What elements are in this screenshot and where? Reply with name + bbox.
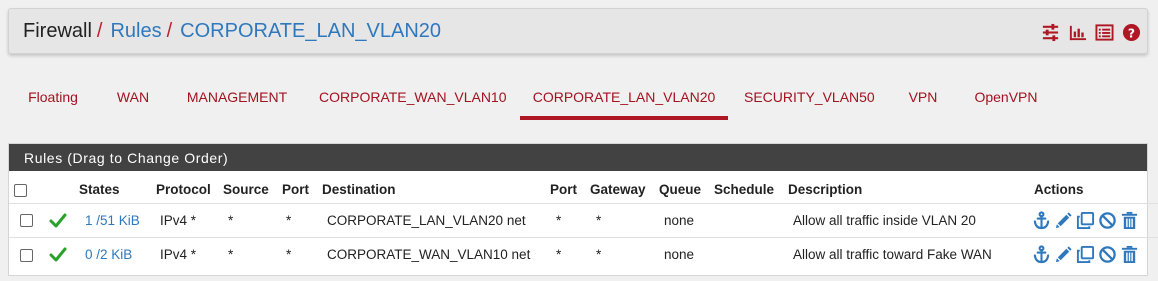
- col-protocol: Protocol: [156, 182, 211, 198]
- anchor-icon[interactable]: [1032, 245, 1051, 264]
- table-header-row: States Protocol Source Port Destination …: [9, 177, 1158, 203]
- breadcrumb-separator: /: [166, 20, 173, 42]
- svg-text:?: ?: [1128, 26, 1135, 40]
- col-gateway: Gateway: [590, 182, 646, 198]
- list-icon[interactable]: [1095, 23, 1114, 42]
- pencil-icon[interactable]: [1054, 245, 1073, 264]
- col-description: Description: [788, 182, 863, 198]
- pass-check-icon: [49, 247, 67, 262]
- col-queue: Queue: [659, 182, 702, 198]
- states-link[interactable]: 1 /51 KiB: [85, 213, 140, 228]
- copy-icon[interactable]: [1076, 211, 1095, 230]
- pencil-icon[interactable]: [1054, 211, 1073, 230]
- row-select-checkbox[interactable]: [20, 248, 33, 262]
- row-gateway: *: [590, 236, 659, 271]
- row-protocol: IPv4 *: [156, 202, 223, 237]
- row-description: Allow all traffic toward Fake WAN: [788, 236, 1026, 271]
- row-gateway: *: [590, 202, 659, 237]
- row-protocol: IPv4 *: [156, 236, 223, 271]
- row-actions: [1032, 245, 1158, 264]
- anchor-icon[interactable]: [1032, 210, 1051, 230]
- breadcrumb-firewall: Firewall: [23, 20, 92, 42]
- tab-corporate-lan-vlan20[interactable]: CORPORATE_LAN_VLAN20: [520, 76, 728, 120]
- row-schedule: [714, 236, 788, 271]
- row-description: Allow all traffic inside VLAN 20: [788, 202, 1026, 237]
- table-row[interactable]: 1 /51 KiB IPv4 * * * CORPORATE_LAN_VLAN2…: [9, 202, 1158, 237]
- row-queue: none: [659, 202, 714, 237]
- row-destination: CORPORATE_WAN_VLAN10 net: [322, 236, 550, 271]
- pass-check-icon: [49, 213, 67, 227]
- bar-chart-icon[interactable]: [1068, 23, 1087, 42]
- row-source: *: [223, 202, 282, 237]
- col-port: Port: [282, 182, 309, 198]
- rules-table: States Protocol Source Port Destination …: [9, 177, 1158, 271]
- header-toolbar: ?: [1041, 22, 1141, 42]
- states-link[interactable]: 0 /2 KiB: [85, 247, 132, 262]
- tab-floating[interactable]: Floating: [18, 76, 88, 120]
- table-row[interactable]: 0 /2 KiB IPv4 * * * CORPORATE_WAN_VLAN10…: [9, 236, 1158, 271]
- disable-icon[interactable]: [1098, 211, 1117, 230]
- tab-vpn[interactable]: VPN: [904, 76, 942, 120]
- rules-panel: Rules (Drag to Change Order) States Prot…: [8, 143, 1158, 276]
- select-all-checkbox[interactable]: [14, 184, 27, 198]
- col-destination-port: Port: [550, 182, 577, 198]
- row-queue: none: [659, 236, 714, 271]
- row-port: *: [282, 236, 322, 271]
- col-actions: Actions: [1034, 182, 1084, 198]
- tab-security-vlan50[interactable]: SECURITY_VLAN50: [744, 76, 875, 120]
- tab-corporate-wan-vlan10[interactable]: CORPORATE_WAN_VLAN10: [319, 76, 507, 120]
- col-source: Source: [223, 182, 269, 198]
- help-icon[interactable]: ?: [1122, 23, 1141, 42]
- row-port: *: [282, 202, 322, 237]
- breadcrumb-separator: /: [96, 20, 103, 42]
- row-destination-port: *: [550, 202, 590, 237]
- row-source: *: [223, 236, 282, 271]
- tab-wan[interactable]: WAN: [111, 76, 155, 120]
- row-destination: CORPORATE_LAN_VLAN20 net: [322, 202, 550, 237]
- trash-icon[interactable]: [1120, 245, 1139, 264]
- tab-openvpn[interactable]: OpenVPN: [972, 76, 1040, 120]
- row-destination-port: *: [550, 236, 590, 271]
- col-states: States: [79, 182, 120, 198]
- breadcrumb-current-interface[interactable]: CORPORATE_LAN_VLAN20: [180, 20, 441, 42]
- trash-icon[interactable]: [1120, 211, 1139, 230]
- col-schedule: Schedule: [714, 182, 775, 198]
- page-header: Firewall / Rules / CORPORATE_LAN_VLAN20 ?: [8, 8, 1148, 54]
- tab-management[interactable]: MANAGEMENT: [182, 76, 292, 120]
- copy-icon[interactable]: [1076, 245, 1095, 264]
- row-actions: [1032, 210, 1158, 230]
- breadcrumb: Firewall / Rules / CORPORATE_LAN_VLAN20: [23, 20, 441, 43]
- panel-title: Rules (Drag to Change Order): [9, 144, 1147, 171]
- disable-icon[interactable]: [1098, 245, 1117, 264]
- row-select-checkbox[interactable]: [20, 214, 33, 228]
- breadcrumb-rules-link[interactable]: Rules: [110, 20, 161, 42]
- interface-tabs: Floating WAN MANAGEMENT CORPORATE_WAN_VL…: [8, 76, 1148, 124]
- settings-sliders-icon[interactable]: [1041, 23, 1060, 42]
- col-destination: Destination: [322, 182, 396, 198]
- row-schedule: [714, 202, 788, 237]
